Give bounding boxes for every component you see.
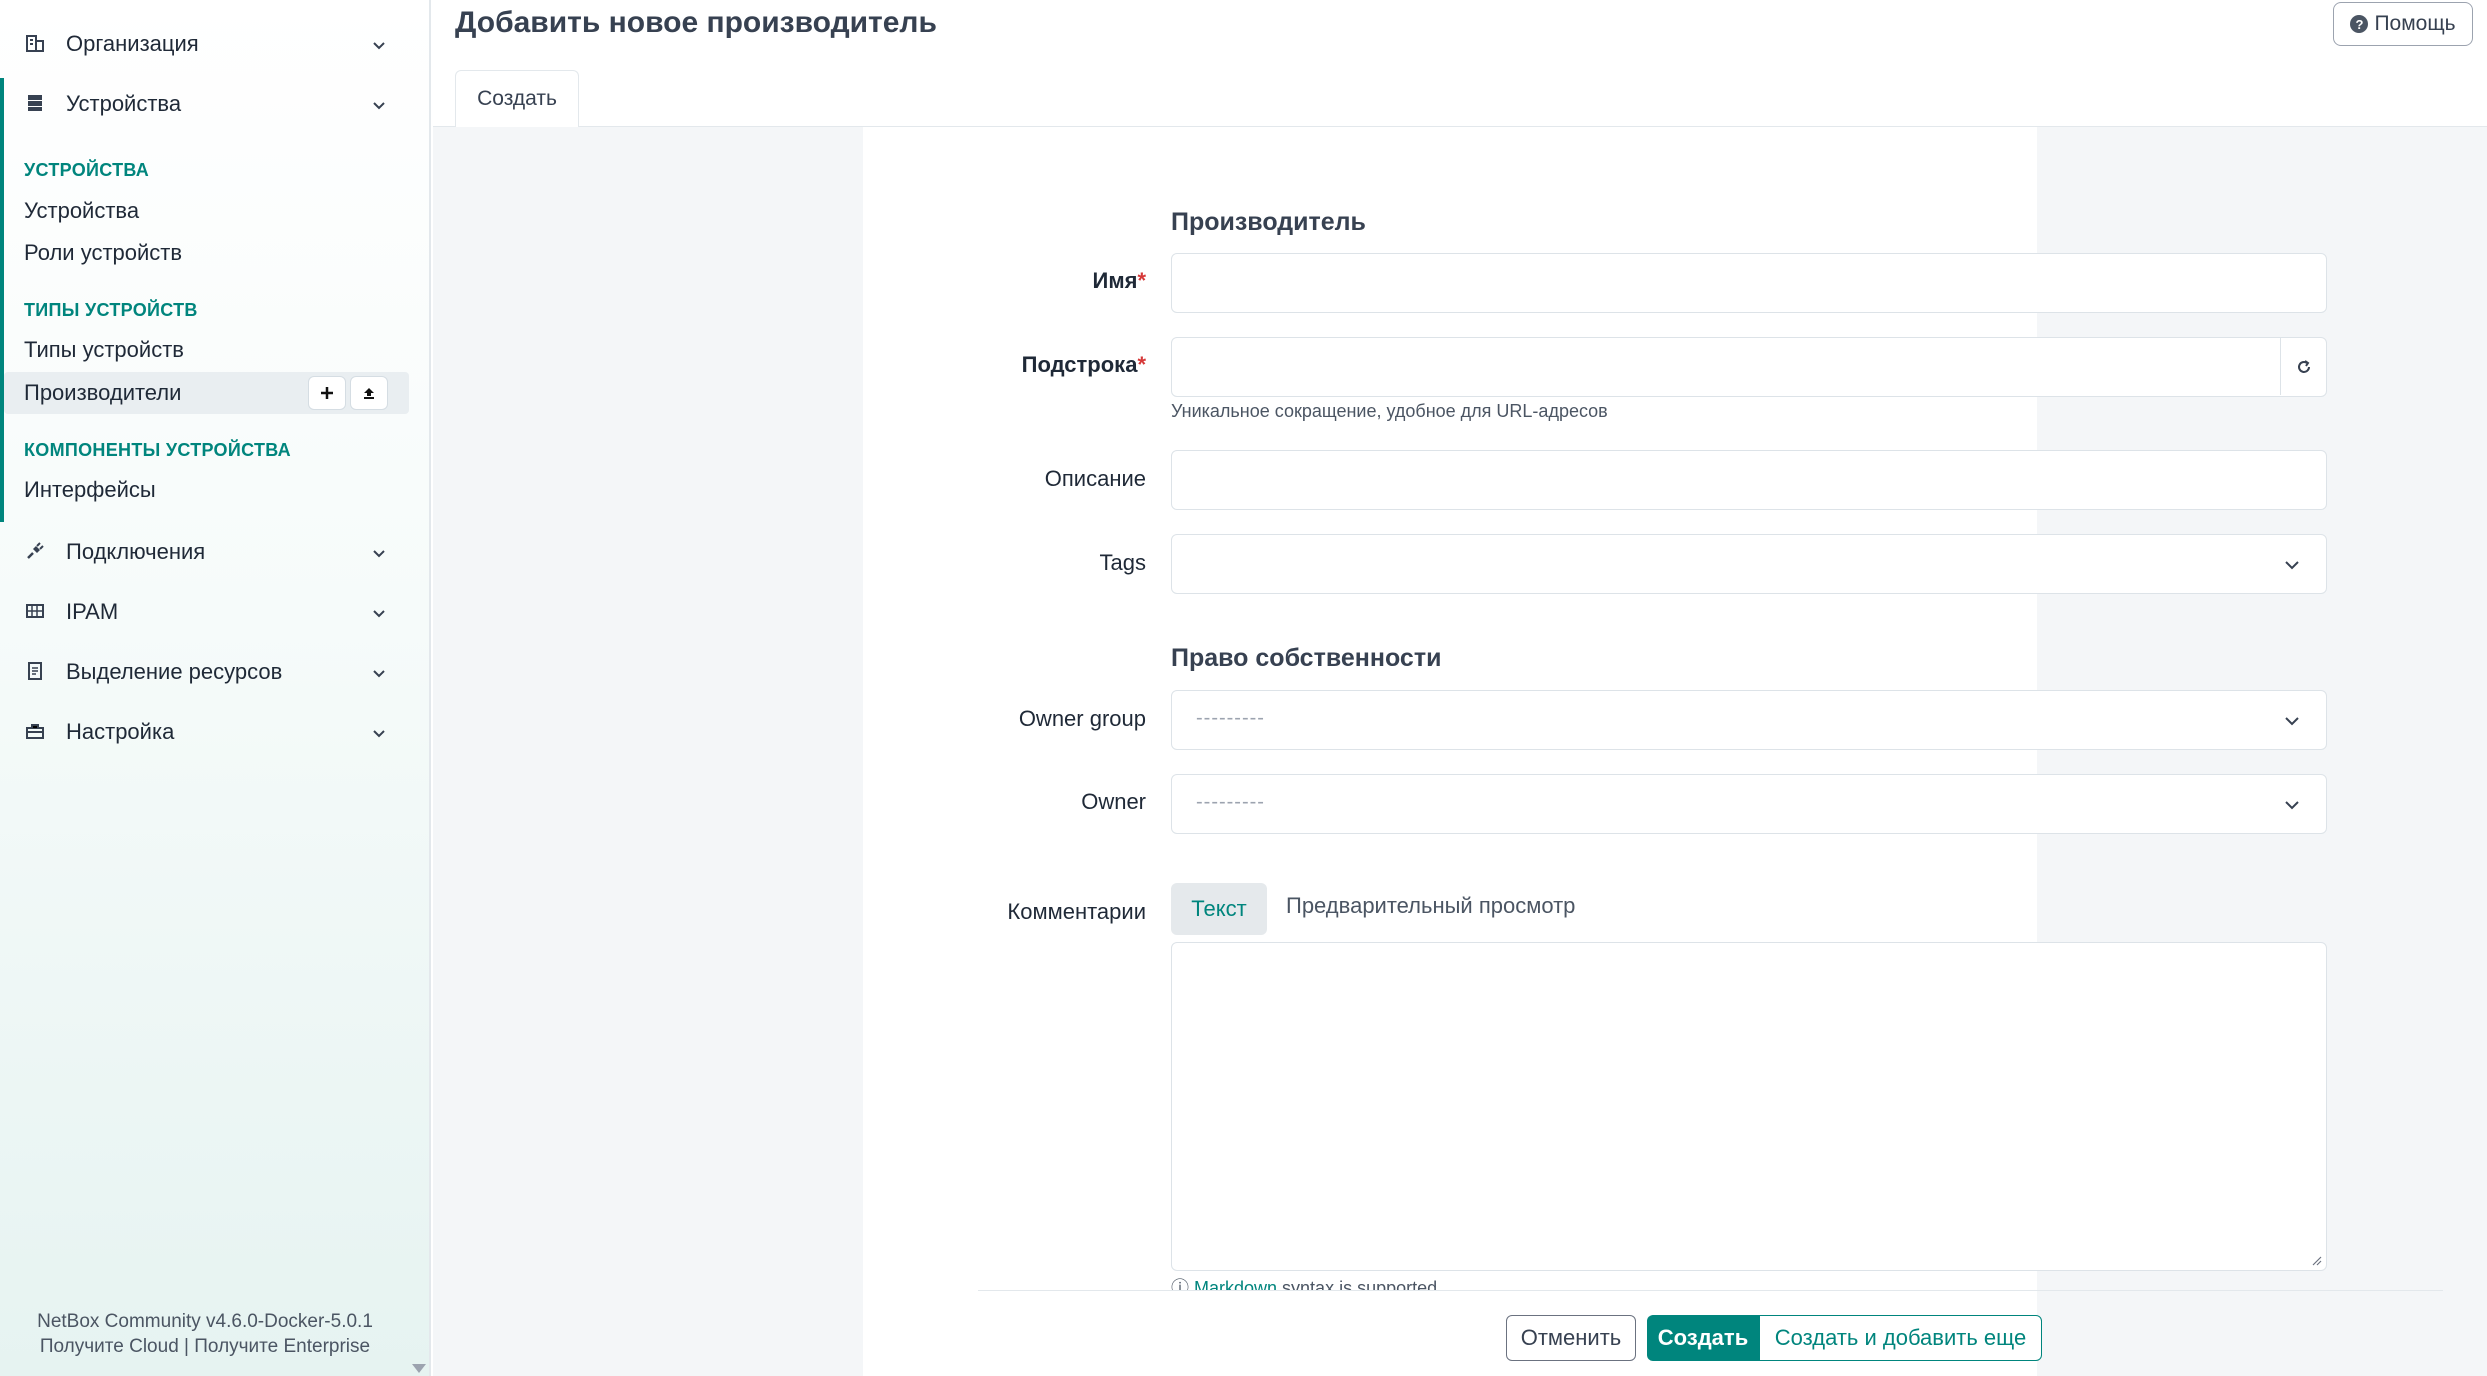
- slug-help-text: Уникальное сокращение, удобное для URL-а…: [1171, 401, 1608, 421]
- owner-label: Owner: [1081, 789, 1146, 814]
- sidebar-item-interfaces[interactable]: Интерфейсы: [24, 477, 156, 503]
- menu-group-label: IPAM: [66, 599, 119, 624]
- upload-icon: [364, 388, 374, 399]
- refresh-icon: [2297, 359, 2310, 373]
- name-label: Имя*: [1092, 268, 1147, 293]
- devices-icon: [24, 92, 46, 114]
- owner-group-select[interactable]: ---------: [1171, 690, 2327, 750]
- page-title: Добавить новое производитель: [455, 6, 937, 39]
- menu-group-label: Подключения: [66, 539, 206, 564]
- tab-comments-preview[interactable]: Предварительный просмотр: [1286, 893, 1575, 919]
- required-mark: *: [1137, 352, 1146, 377]
- sidebar-item-device-roles[interactable]: Роли устройств: [24, 240, 182, 266]
- organization-icon: [24, 32, 46, 54]
- chevron-down-icon: [2285, 717, 2299, 726]
- chevron-down-icon: [373, 42, 385, 50]
- connections-icon: [24, 540, 46, 562]
- provisioning-icon: [24, 660, 46, 682]
- chevron-down-icon: [2285, 801, 2299, 810]
- plus-icon: [321, 387, 333, 399]
- question-icon: ?: [2350, 15, 2369, 33]
- help-button[interactable]: ? Помощь: [2333, 2, 2473, 46]
- section-heading-devices: УСТРОЙСТВА: [24, 160, 150, 180]
- owner-select[interactable]: ---------: [1171, 774, 2327, 834]
- menu-group-label: Организация: [66, 31, 199, 56]
- info-icon: ⓘ: [1171, 1278, 1195, 1290]
- ipam-icon: [24, 600, 46, 622]
- menu-group-label: Настройка: [66, 719, 175, 744]
- section-heading-device-components: КОМПОНЕНТЫ УСТРОЙСТВА: [24, 440, 291, 460]
- form-footer-divider: [978, 1290, 2443, 1291]
- description-input[interactable]: [1171, 450, 2327, 510]
- markdown-link[interactable]: Markdown: [1194, 1278, 1277, 1290]
- section-title-ownership: Право собственности: [1171, 644, 1442, 672]
- menu-group-devices[interactable]: Устройства: [0, 74, 431, 134]
- create-button[interactable]: Создать: [1647, 1315, 1759, 1361]
- add-manufacturer-button[interactable]: [308, 376, 346, 410]
- cancel-button[interactable]: Отменить: [1506, 1315, 1636, 1361]
- section-title-manufacturer: Производитель: [1171, 208, 1366, 236]
- required-mark: *: [1137, 268, 1146, 293]
- scroll-down-icon[interactable]: [412, 1364, 426, 1373]
- get-cloud-link[interactable]: Получите Cloud: [40, 1336, 179, 1357]
- comments-label: Комментарии: [1007, 899, 1146, 924]
- sidebar-item-label: Производители: [24, 380, 182, 405]
- chevron-down-icon: [373, 102, 385, 110]
- menu-group-connections[interactable]: Подключения: [0, 522, 431, 582]
- menu-group-provisioning[interactable]: Выделение ресурсов: [0, 642, 431, 702]
- chevron-down-icon: [2285, 561, 2299, 570]
- tags-select[interactable]: [1171, 534, 2327, 594]
- tab-comments-text[interactable]: Текст: [1171, 883, 1267, 935]
- tab-create[interactable]: Создать: [455, 70, 579, 127]
- chevron-down-icon: [373, 730, 385, 738]
- sidebar-item-device-types[interactable]: Типы устройств: [24, 337, 184, 363]
- tags-label: Tags: [1099, 550, 1146, 575]
- regenerate-slug-button[interactable]: [2280, 338, 2326, 395]
- slug-label: Подстрока*: [1021, 352, 1146, 377]
- menu-group-organization[interactable]: Организация: [0, 14, 431, 74]
- owner-group-value: ---------: [1196, 707, 1265, 729]
- section-heading-device-types: ТИПЫ УСТРОЙСТВ: [24, 300, 198, 320]
- chevron-down-icon: [373, 610, 385, 618]
- footer-links: Получите Cloud | Получите Enterprise: [0, 1336, 410, 1358]
- active-group-indicator: [0, 78, 4, 522]
- menu-group-customization[interactable]: Настройка: [0, 702, 431, 762]
- chevron-down-icon: [373, 550, 385, 558]
- sidebar-item-manufacturers[interactable]: Производители: [4, 372, 409, 414]
- owner-value: ---------: [1196, 791, 1265, 813]
- help-button-label: Помощь: [2374, 12, 2456, 35]
- slug-input[interactable]: [1171, 337, 2327, 397]
- markdown-note: ⓘ Markdown syntax is supported: [1171, 1274, 1437, 1290]
- tab-bar-divider: [433, 126, 2487, 127]
- comments-textarea[interactable]: [1171, 942, 2327, 1271]
- markdown-note-text: syntax is supported: [1277, 1278, 1438, 1290]
- footer-separator: |: [184, 1336, 189, 1357]
- menu-group-label: Выделение ресурсов: [66, 659, 283, 684]
- owner-group-label: Owner group: [1018, 706, 1146, 731]
- name-input[interactable]: [1171, 253, 2327, 313]
- create-and-add-button[interactable]: Создать и добавить еще: [1759, 1315, 2042, 1361]
- menu-group-label: Устройства: [66, 91, 182, 116]
- menu-group-ipam[interactable]: IPAM: [0, 582, 431, 642]
- main-content: Добавить новое производитель ? Помощь Со…: [433, 0, 2487, 1376]
- chevron-down-icon: [373, 670, 385, 678]
- sidebar: Организация Устройства УСТРОЙСТВА Устрой…: [0, 0, 431, 1376]
- sidebar-item-devices[interactable]: Устройства: [24, 198, 139, 224]
- description-label: Описание: [1044, 466, 1146, 491]
- import-manufacturers-button[interactable]: [350, 376, 388, 410]
- version-text: NetBox Community v4.6.0-Docker-5.0.1: [37, 1311, 373, 1332]
- toolbox-icon: [24, 720, 46, 742]
- resize-handle-icon[interactable]: [2310, 1254, 2322, 1266]
- get-enterprise-link[interactable]: Получите Enterprise: [194, 1336, 370, 1357]
